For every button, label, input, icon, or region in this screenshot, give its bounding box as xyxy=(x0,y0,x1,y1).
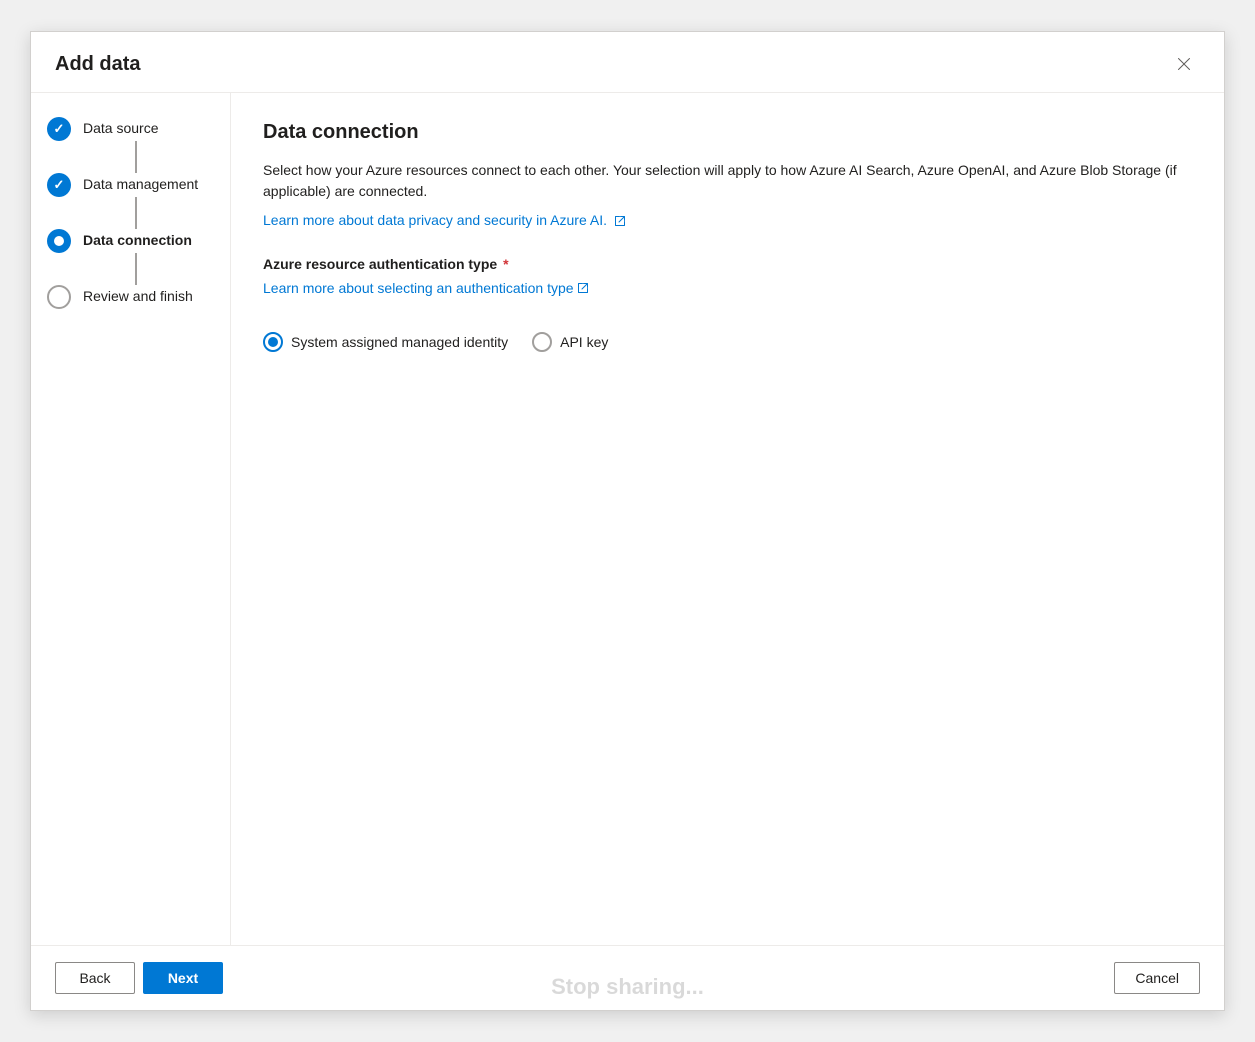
step-icon-review-finish xyxy=(47,285,71,309)
back-button[interactable]: Back xyxy=(55,962,135,994)
radio-label-system-managed: System assigned managed identity xyxy=(291,334,508,350)
main-content: Data connection Select how your Azure re… xyxy=(231,93,1224,945)
step-label-data-source: Data source xyxy=(83,117,158,139)
step-data-source-wrapper: ✓ Data source xyxy=(47,117,214,173)
auth-type-learn-more-link[interactable]: Learn more about selecting an authentica… xyxy=(263,280,589,296)
step-data-source[interactable]: ✓ Data source xyxy=(47,117,214,141)
step-label-data-connection: Data connection xyxy=(83,229,192,251)
close-button[interactable] xyxy=(1168,48,1200,80)
auth-type-link-section: Learn more about selecting an authentica… xyxy=(263,280,1192,316)
radio-api-key[interactable] xyxy=(532,332,552,352)
step-connector-1 xyxy=(135,141,137,173)
step-connector-3 xyxy=(135,253,137,285)
radio-system-managed[interactable] xyxy=(263,332,283,352)
dialog-title: Add data xyxy=(55,53,141,76)
footer-left-buttons: Back Next xyxy=(55,962,223,994)
step-label-data-management: Data management xyxy=(83,173,198,195)
step-review-finish[interactable]: Review and finish xyxy=(47,285,214,309)
auth-radio-group: System assigned managed identity API key xyxy=(263,332,1192,352)
radio-option-api-key[interactable]: API key xyxy=(532,332,608,352)
learn-more-privacy-link[interactable]: Learn more about data privacy and securi… xyxy=(263,212,626,228)
step-data-connection-wrapper: Data connection xyxy=(47,229,214,285)
step-connector-2 xyxy=(135,197,137,229)
add-data-dialog: Add data ✓ Data source xyxy=(30,31,1225,1011)
auth-section: Azure resource authentication type * Lea… xyxy=(263,256,1192,352)
step-data-management[interactable]: ✓ Data management xyxy=(47,173,214,197)
step-icon-data-source: ✓ xyxy=(47,117,71,141)
learn-more-section: Learn more about data privacy and securi… xyxy=(263,212,1192,228)
auth-label: Azure resource authentication type * xyxy=(263,256,1192,272)
required-indicator: * xyxy=(503,256,508,272)
description-text: Select how your Azure resources connect … xyxy=(263,160,1192,202)
radio-option-system-managed[interactable]: System assigned managed identity xyxy=(263,332,508,352)
active-dot-icon xyxy=(54,236,64,246)
sidebar: ✓ Data source ✓ Data management xyxy=(31,93,231,945)
external-link-icon-2 xyxy=(577,282,589,294)
step-data-management-wrapper: ✓ Data management xyxy=(47,173,214,229)
step-icon-data-connection xyxy=(47,229,71,253)
radio-label-api-key: API key xyxy=(560,334,608,350)
external-link-icon xyxy=(614,215,626,227)
dialog-footer: Back Next Cancel xyxy=(31,945,1224,1010)
next-button[interactable]: Next xyxy=(143,962,223,994)
cancel-button[interactable]: Cancel xyxy=(1114,962,1200,994)
step-label-review-finish: Review and finish xyxy=(83,285,193,307)
section-title: Data connection xyxy=(263,121,1192,144)
close-icon xyxy=(1176,56,1192,72)
dialog-body: ✓ Data source ✓ Data management xyxy=(31,93,1224,945)
dialog-header: Add data xyxy=(31,32,1224,93)
step-icon-data-management: ✓ xyxy=(47,173,71,197)
step-data-connection[interactable]: Data connection xyxy=(47,229,214,253)
